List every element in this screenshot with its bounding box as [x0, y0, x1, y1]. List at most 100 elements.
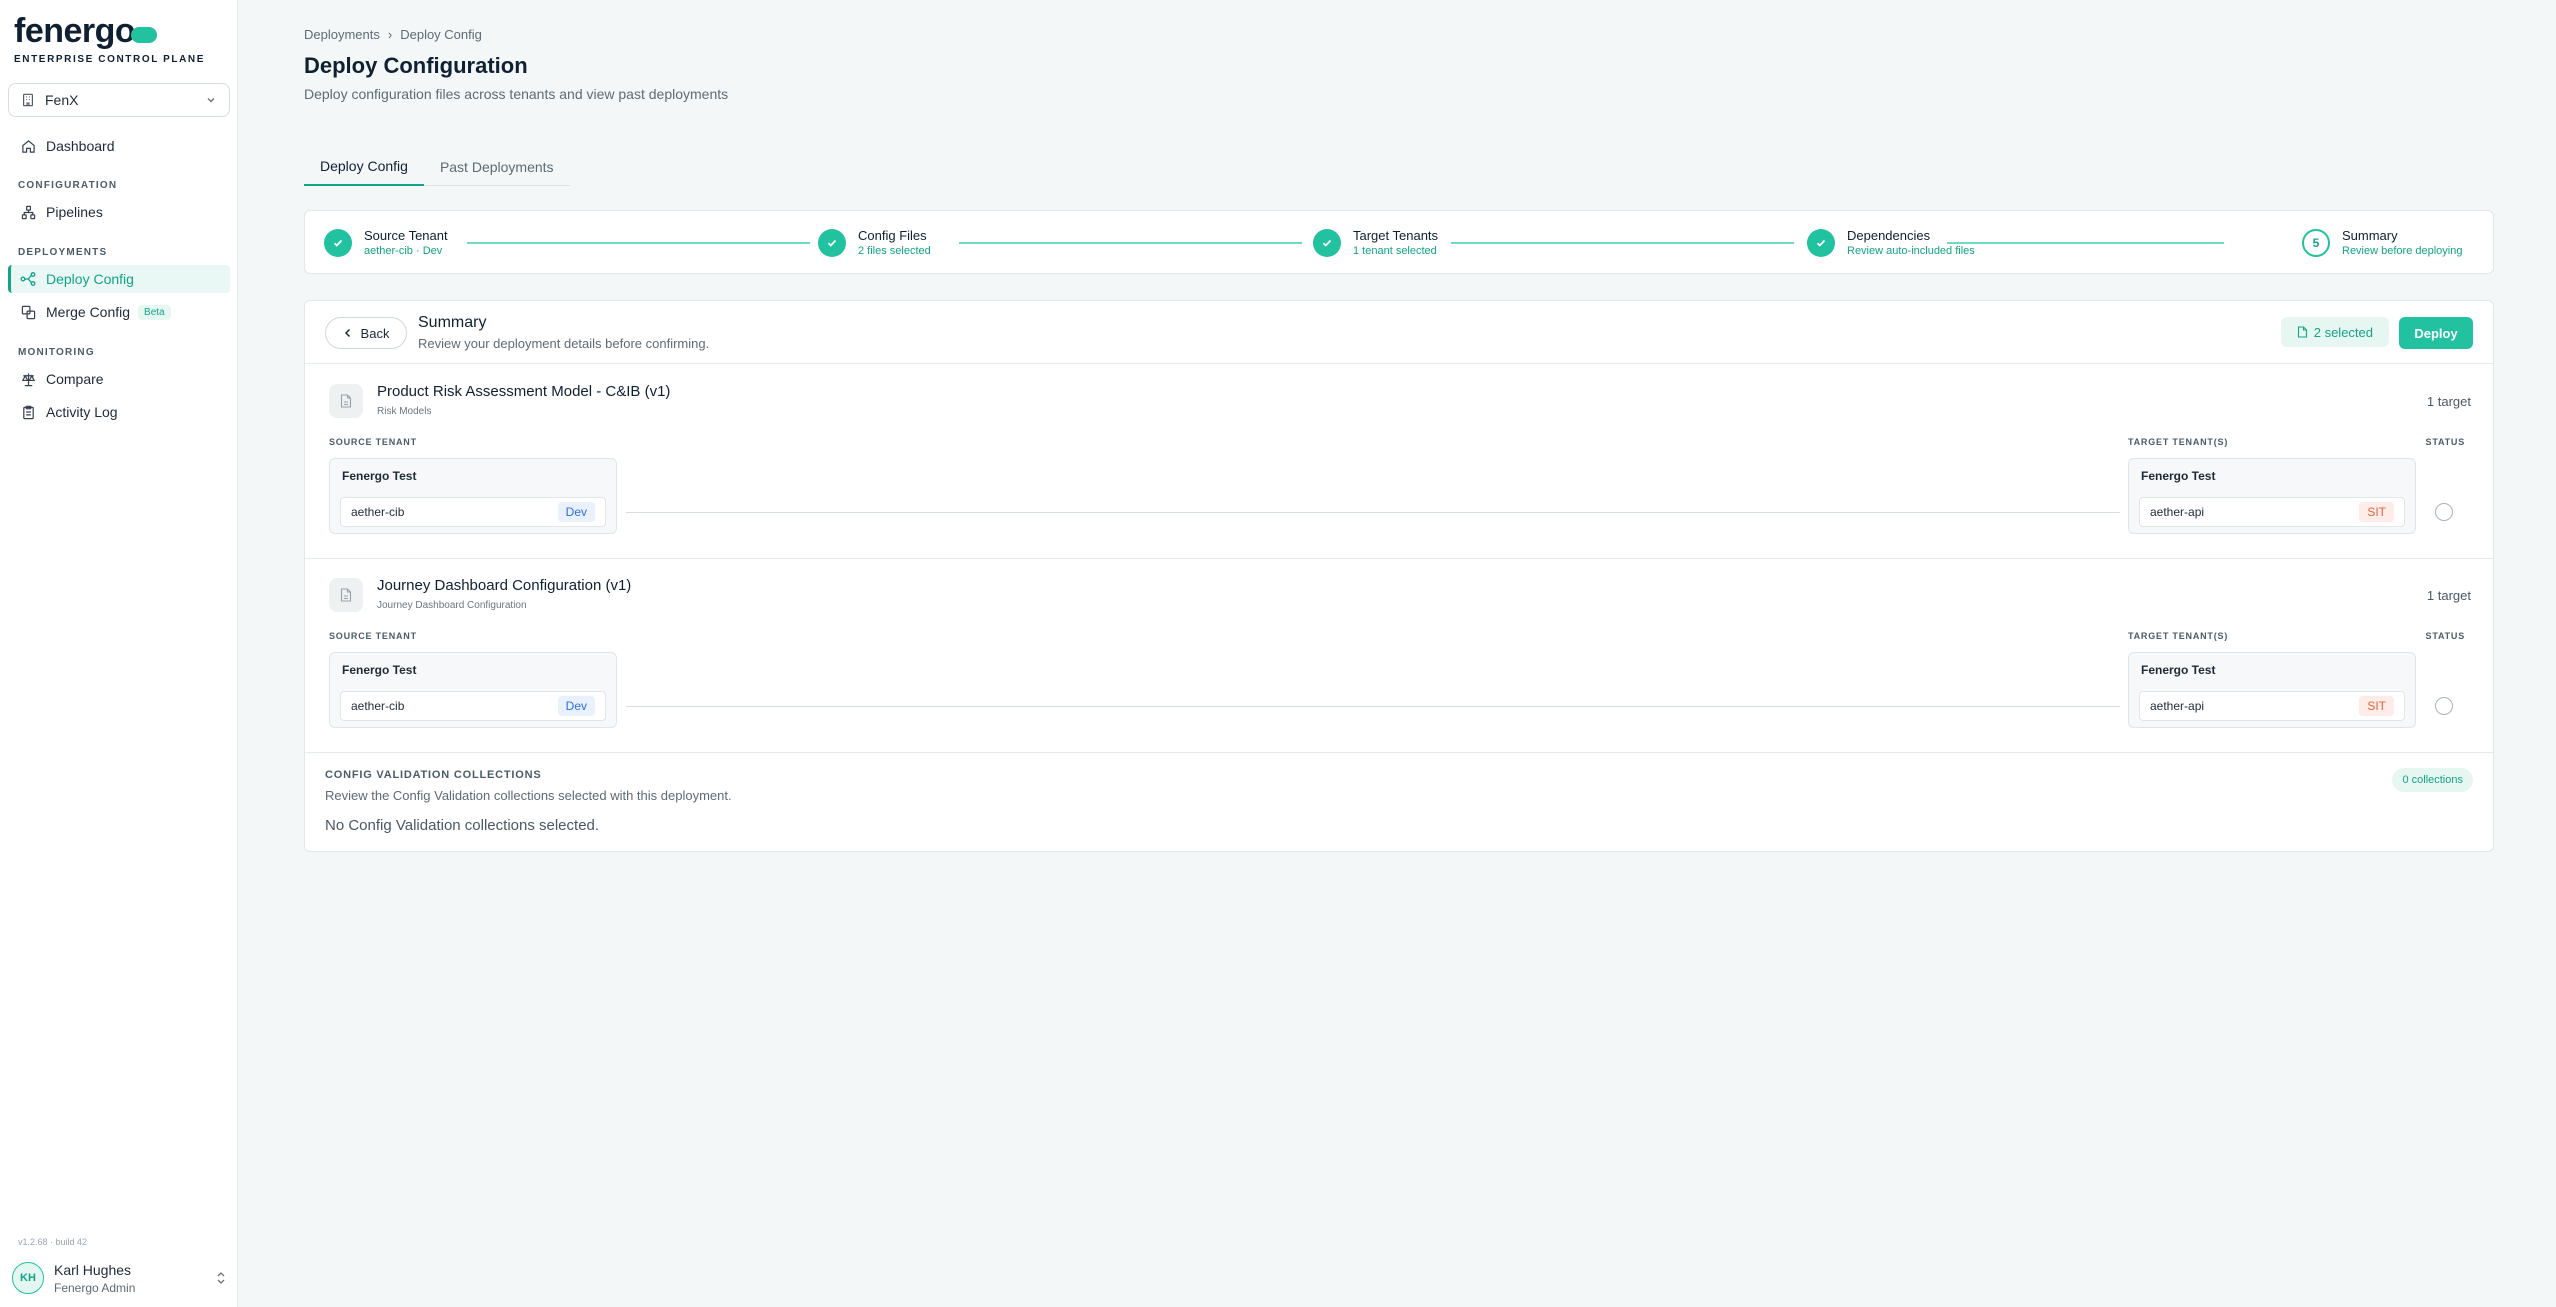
- main-content: Deployments › Deploy Config Deploy Confi…: [239, 0, 2556, 1307]
- deploy-icon: [20, 271, 36, 287]
- source-tenant-label: SOURCE TENANT: [329, 631, 417, 641]
- step-subtitle: 2 files selected: [858, 245, 931, 257]
- page-subtitle: Deploy configuration files across tenant…: [304, 86, 729, 102]
- tenant-org: Fenergo Test: [2141, 469, 2216, 483]
- file-icon: [2297, 326, 2307, 338]
- user-role: Fenergo Admin: [54, 1280, 136, 1295]
- logo-mark: [131, 26, 158, 43]
- tenant-row: aether-api SIT: [2139, 691, 2405, 721]
- tenant-row: aether-cib Dev: [340, 497, 606, 527]
- tenant-org: Fenergo Test: [2141, 663, 2216, 677]
- merge-icon: [20, 304, 36, 320]
- nav-dashboard-label: Dashboard: [46, 138, 115, 154]
- tab-bar: Deploy Config Past Deployments: [304, 148, 570, 186]
- summary-panel: Back Summary Review your deployment deta…: [304, 300, 2494, 852]
- app-version: v1.2.68 · build 42: [18, 1237, 88, 1247]
- deployment-item: Journey Dashboard Configuration (v1) Jou…: [305, 558, 2493, 752]
- source-tenant-card: Fenergo Test aether-cib Dev: [329, 458, 617, 534]
- step-connector: [467, 242, 810, 244]
- target-tenants-label: TARGET TENANT(S): [2128, 437, 2229, 447]
- step-dependencies[interactable]: Dependencies Review auto-included files: [1807, 228, 1975, 257]
- status-pending-icon: [2435, 503, 2453, 521]
- step-title: Summary: [2342, 228, 2398, 243]
- chevron-down-icon: [207, 98, 215, 103]
- nav-compare-label: Compare: [46, 371, 104, 387]
- nav-merge-config[interactable]: Merge Config Beta: [8, 298, 230, 326]
- tab-past-deployments[interactable]: Past Deployments: [424, 148, 570, 186]
- deploy-button[interactable]: Deploy: [2399, 317, 2473, 349]
- back-button[interactable]: Back: [325, 317, 407, 349]
- breadcrumb: Deployments › Deploy Config: [304, 27, 482, 42]
- user-menu[interactable]: KH Karl Hughes Fenergo Admin: [12, 1258, 226, 1298]
- check-icon: [818, 228, 846, 257]
- tenant-name: aether-api: [2150, 699, 2205, 713]
- target-tenants-label: TARGET TENANT(S): [2128, 631, 2229, 641]
- building-icon: [23, 93, 33, 107]
- deployment-flow-line: [626, 706, 2120, 707]
- tenant-name: aether-api: [2150, 505, 2205, 519]
- target-tenant-card: Fenergo Test aether-api SIT: [2128, 458, 2416, 534]
- fenergo-logo[interactable]: fenergo: [14, 12, 158, 51]
- env-badge-dev: Dev: [557, 696, 595, 716]
- nav-dashboard[interactable]: Dashboard: [8, 132, 230, 160]
- deployment-item: Product Risk Assessment Model - C&IB (v1…: [305, 364, 2493, 558]
- chevron-left-icon: [344, 328, 350, 338]
- nav-compare[interactable]: Compare: [8, 365, 230, 393]
- tenant-row: aether-api SIT: [2139, 497, 2405, 527]
- nav-deploy-config-label: Deploy Config: [46, 271, 134, 287]
- back-button-label: Back: [360, 325, 390, 341]
- avatar: KH: [12, 1262, 44, 1294]
- step-title: Config Files: [858, 228, 927, 243]
- divider: [305, 752, 2493, 753]
- breadcrumb-separator: ›: [387, 27, 393, 42]
- tab-deploy-config[interactable]: Deploy Config: [304, 148, 424, 186]
- env-badge-sit: SIT: [2359, 502, 2394, 522]
- nav-deploy-config[interactable]: Deploy Config: [8, 265, 230, 293]
- config-validation-subtitle: Review the Config Validation collections…: [325, 788, 732, 803]
- deployment-flow-line: [626, 512, 2120, 513]
- step-summary[interactable]: 5 Summary Review before deploying: [2302, 228, 2462, 257]
- breadcrumb-deployments[interactable]: Deployments: [304, 27, 380, 42]
- step-number: 5: [2302, 228, 2330, 257]
- logo-text: fenergo: [14, 12, 136, 50]
- step-connector: [1947, 242, 2224, 244]
- item-title: Journey Dashboard Configuration (v1): [377, 577, 632, 594]
- chevron-up-down-icon: [217, 1272, 225, 1284]
- env-badge-dev: Dev: [557, 502, 595, 522]
- step-subtitle: 1 tenant selected: [1353, 245, 1437, 257]
- nav-pipelines[interactable]: Pipelines: [8, 198, 230, 226]
- selected-count: 2 selected: [2313, 324, 2373, 340]
- nav-merge-config-label: Merge Config: [46, 304, 131, 320]
- step-source-tenant[interactable]: Source Tenant aether-cib · Dev: [324, 228, 448, 257]
- breadcrumb-current: Deploy Config: [400, 27, 482, 42]
- step-title: Target Tenants: [1353, 228, 1439, 243]
- nav-section-configuration: CONFIGURATION: [18, 180, 118, 191]
- nav-section-deployments: DEPLOYMENTS: [18, 247, 108, 258]
- tenant-org: Fenergo Test: [342, 469, 417, 483]
- step-title: Dependencies: [1847, 228, 1931, 243]
- source-tenant-label: SOURCE TENANT: [329, 437, 417, 447]
- status-label: STATUS: [2425, 437, 2465, 447]
- nav-activity-log[interactable]: Activity Log: [8, 398, 230, 426]
- step-connector: [1451, 242, 1794, 244]
- nav-pipelines-label: Pipelines: [46, 204, 103, 220]
- step-subtitle: aether-cib · Dev: [364, 245, 443, 257]
- summary-subtitle: Review your deployment details before co…: [418, 336, 710, 351]
- step-target-tenants[interactable]: Target Tenants 1 tenant selected: [1313, 228, 1438, 257]
- tenant-name: aether-cib: [351, 505, 405, 519]
- nav-activity-log-label: Activity Log: [46, 404, 118, 420]
- item-category: Journey Dashboard Configuration: [377, 600, 527, 611]
- check-icon: [1807, 228, 1835, 257]
- step-subtitle: Review auto-included files: [1847, 245, 1975, 257]
- nav-section-monitoring: MONITORING: [18, 347, 95, 358]
- scale-icon: [20, 371, 36, 387]
- tenant-switcher[interactable]: FenX: [8, 83, 230, 117]
- selected-count-pill[interactable]: 2 selected: [2280, 317, 2389, 347]
- step-config-files[interactable]: Config Files 2 files selected: [818, 228, 931, 257]
- config-validation-title: CONFIG VALIDATION COLLECTIONS: [325, 769, 542, 781]
- source-tenant-card: Fenergo Test aether-cib Dev: [329, 652, 617, 728]
- tenant-name: aether-cib: [351, 699, 405, 713]
- tenant-row: aether-cib Dev: [340, 691, 606, 721]
- step-connector: [959, 242, 1302, 244]
- tenant-switcher-value: FenX: [45, 92, 79, 108]
